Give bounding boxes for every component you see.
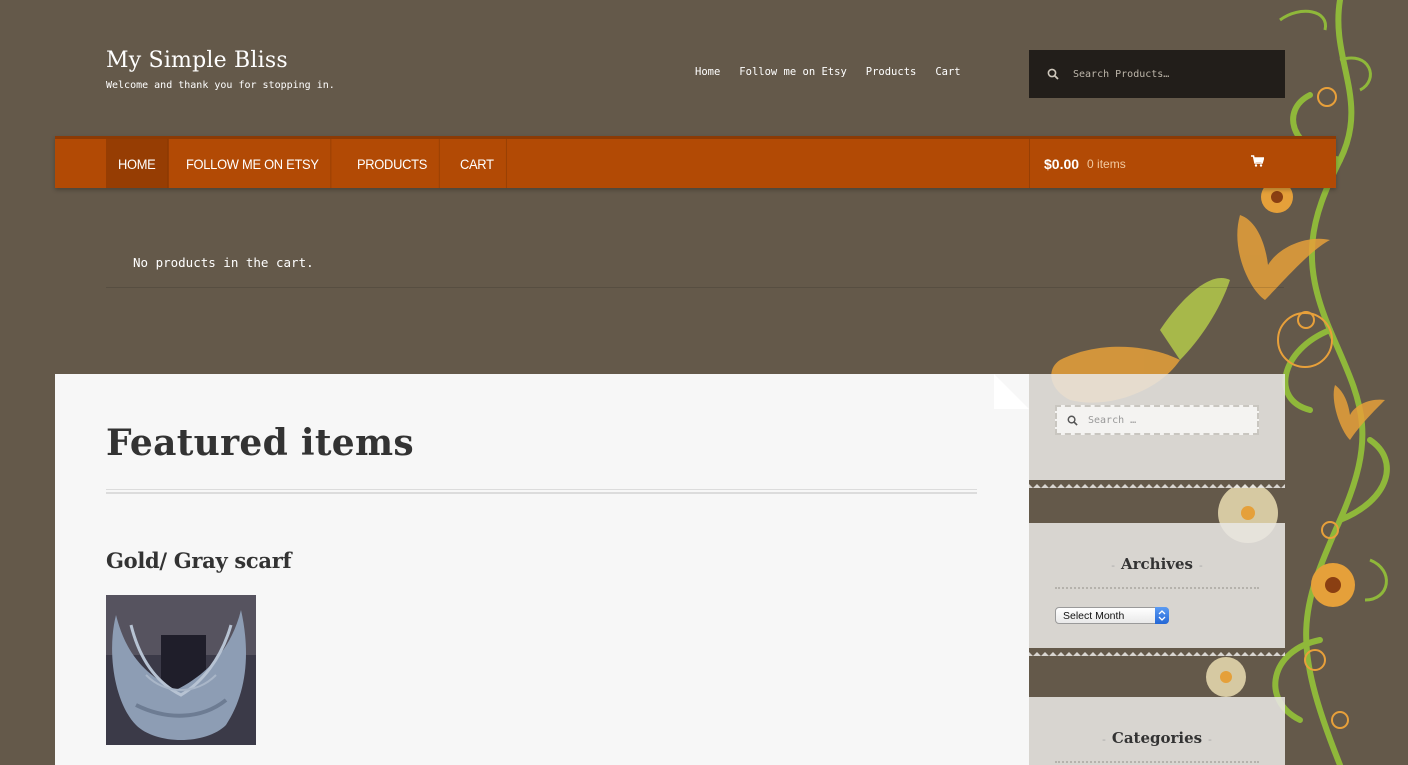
zigzag-edge: [1029, 480, 1285, 488]
top-navigation: Home Follow me on Etsy Products Cart: [695, 66, 961, 78]
title-dash-icon: -: [1208, 733, 1212, 746]
primary-nav-follow-etsy-label: FOLLOW ME ON ETSY: [185, 155, 319, 172]
primary-nav-follow-etsy[interactable]: FOLLOW ME ON ETSY: [174, 139, 332, 188]
sidebar-categories-widget: - Categories -: [1029, 697, 1285, 765]
sidebar-search-input[interactable]: [1088, 414, 1248, 426]
archives-title: Archives: [1121, 555, 1193, 573]
shopping-cart-icon: [1251, 155, 1264, 167]
primary-navigation-bar: HOME FOLLOW ME ON ETSY PRODUCTS CART $0.…: [55, 136, 1336, 188]
title-dash-icon: -: [1198, 559, 1203, 572]
site-tagline: Welcome and thank you for stopping in.: [106, 80, 335, 91]
product-search-box: [1029, 50, 1285, 98]
archives-heading: - Archives -: [1029, 555, 1285, 573]
search-icon: [1047, 68, 1059, 80]
primary-nav-home-label: HOME: [117, 155, 156, 172]
scarf-photo-icon: [106, 595, 256, 745]
header-cart-summary[interactable]: $0.00 0 items: [1029, 139, 1336, 188]
heading-divider: [106, 489, 977, 494]
product-title-link[interactable]: Gold/ Gray scarf: [106, 548, 292, 573]
primary-nav-cart[interactable]: CART: [448, 139, 507, 188]
site-title[interactable]: My Simple Bliss: [106, 48, 288, 73]
sidebar-search-box: [1055, 405, 1259, 435]
cart-total: $0.00: [1044, 155, 1080, 172]
categories-title: Categories: [1111, 729, 1203, 747]
empty-cart-message: No products in the cart.: [133, 255, 314, 270]
search-icon: [1067, 415, 1078, 426]
widget-divider: [1055, 587, 1259, 589]
categories-heading: - Categories -: [1029, 729, 1285, 747]
corner-fold-decoration: [994, 374, 1029, 409]
sidebar-archives-widget: - Archives - Select Month: [1029, 523, 1285, 656]
select-stepper-icon: [1155, 607, 1169, 624]
primary-nav-cart-label: CART: [460, 155, 494, 172]
featured-items-heading: Featured items: [106, 422, 414, 464]
product-search-input[interactable]: [1073, 68, 1263, 80]
zigzag-edge: [1029, 648, 1285, 656]
primary-nav-home[interactable]: HOME: [106, 139, 169, 188]
sidebar-search-widget: [1029, 374, 1285, 488]
primary-nav-products-label: PRODUCTS: [357, 155, 428, 172]
top-nav-cart[interactable]: Cart: [935, 66, 960, 78]
archives-month-select[interactable]: Select Month: [1055, 607, 1169, 624]
archives-select-value: Select Month: [1063, 609, 1125, 622]
title-dash-icon: -: [1102, 733, 1106, 746]
cart-divider: [106, 287, 1284, 288]
title-dash-icon: -: [1111, 559, 1115, 572]
primary-nav-products[interactable]: PRODUCTS: [345, 139, 440, 188]
top-nav-products[interactable]: Products: [866, 66, 917, 78]
top-nav-follow-etsy[interactable]: Follow me on Etsy: [739, 66, 846, 78]
top-nav-home[interactable]: Home: [695, 66, 720, 78]
widget-divider: [1055, 761, 1259, 763]
cart-item-count: 0 items: [1087, 156, 1126, 171]
product-image[interactable]: [106, 595, 256, 745]
primary-navigation: HOME FOLLOW ME ON ETSY PRODUCTS CART: [106, 139, 512, 188]
